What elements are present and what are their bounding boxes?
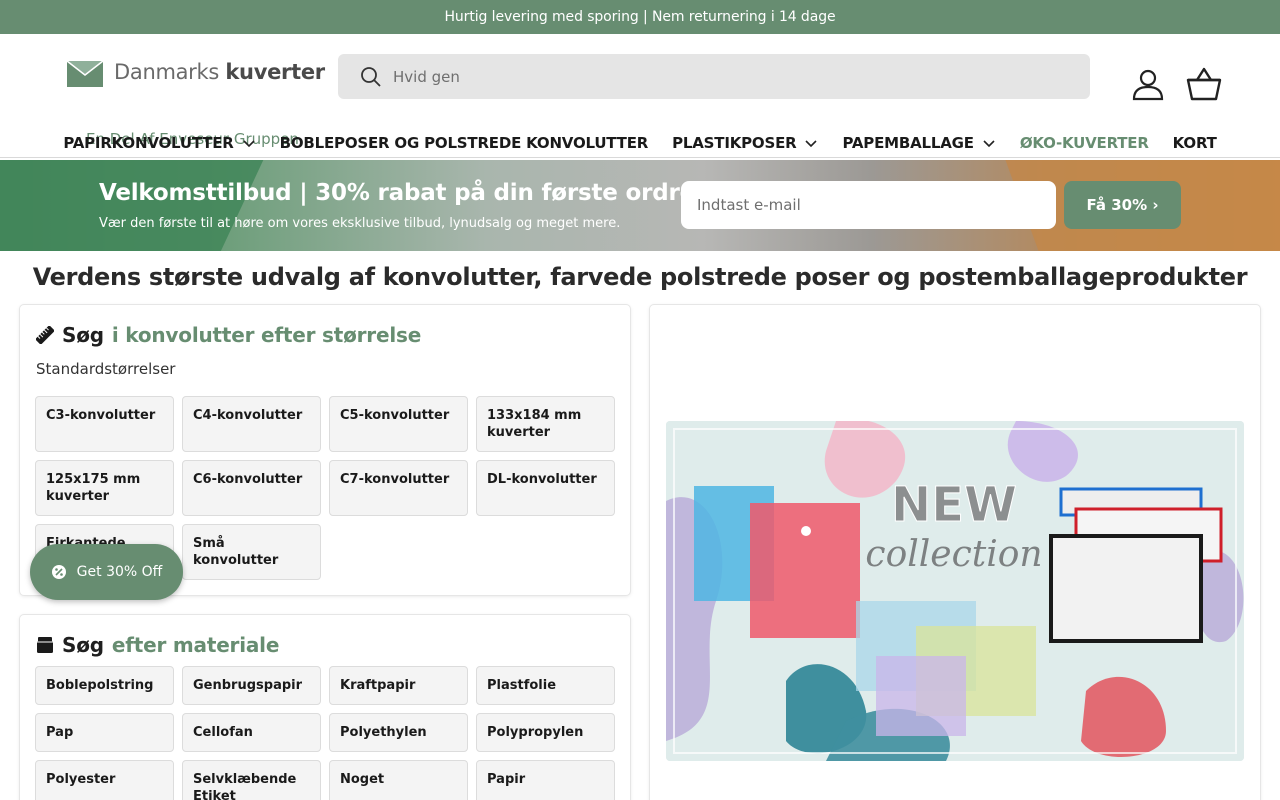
- site-header: Danmarks kuverter En Del Af Enveseur Gru…: [0, 34, 1280, 158]
- material-tile[interactable]: Pap: [35, 713, 174, 752]
- email-field[interactable]: [681, 181, 1056, 229]
- new-collection-image[interactable]: NEW collection: [666, 421, 1244, 761]
- ruler-icon: [36, 326, 54, 344]
- material-tile[interactable]: Papir: [476, 760, 615, 800]
- size-tile[interactable]: Små konvolutter: [182, 524, 321, 580]
- size-tile[interactable]: C5-konvolutter: [329, 396, 468, 452]
- material-tile[interactable]: Polyethylen: [329, 713, 468, 752]
- fab-label: Get 30% Off: [76, 564, 163, 580]
- size-tile[interactable]: DL-konvolutter: [476, 460, 615, 516]
- size-tile[interactable]: C6-konvolutter: [182, 460, 321, 516]
- size-tile[interactable]: 125x175 mm kuverter: [35, 460, 174, 516]
- material-tile[interactable]: Kraftpapir: [329, 666, 468, 705]
- nav-item-kort[interactable]: KORT: [1173, 134, 1217, 152]
- chevron-down-icon: [983, 140, 995, 148]
- nav-item-bobleposer[interactable]: BOBLEPOSER OG POLSTREDE KONVOLUTTER: [280, 134, 649, 152]
- featured-collection-card: NEW collection: [650, 305, 1260, 800]
- chevron-down-icon: [805, 140, 818, 148]
- size-tile[interactable]: C4-konvolutter: [182, 396, 321, 452]
- svg-text:NEW: NEW: [891, 477, 1017, 533]
- announcement-bar: Hurtig levering med sporing | Nem return…: [0, 0, 1280, 34]
- svg-text:collection: collection: [865, 534, 1042, 575]
- search-icon[interactable]: [359, 65, 383, 89]
- box-icon: [37, 637, 53, 653]
- logo-name: Danmarks kuverter: [114, 60, 325, 84]
- collection-illustration: NEW collection: [666, 421, 1244, 761]
- get-discount-button[interactable]: Få 30% ›: [1064, 181, 1181, 229]
- size-tile[interactable]: C3-konvolutter: [35, 396, 174, 452]
- card-title: Søg efter materiale: [36, 633, 279, 657]
- nav-item-plastikposer[interactable]: PLASTIKPOSER: [672, 134, 818, 152]
- material-tile[interactable]: Genbrugspapir: [182, 666, 321, 705]
- account-icon[interactable]: [1130, 66, 1166, 102]
- material-tile[interactable]: Polyester: [35, 760, 174, 800]
- chevron-down-icon: [243, 140, 255, 148]
- main-nav: PAPIRKONVOLUTTER BOBLEPOSER OG POLSTREDE…: [0, 128, 1280, 158]
- material-tile[interactable]: Selvklæbende Etiket: [182, 760, 321, 800]
- search-by-material-card: Søg efter materiale Boblepolstring Genbr…: [20, 615, 630, 800]
- size-tile[interactable]: C7-konvolutter: [329, 460, 468, 516]
- nav-item-papemballage[interactable]: PAPEMBALLAGE: [842, 134, 995, 152]
- material-tile[interactable]: Boblepolstring: [35, 666, 174, 705]
- material-tile[interactable]: Polypropylen: [476, 713, 615, 752]
- search-input[interactable]: [393, 67, 1043, 86]
- welcome-offer-banner: Velkomsttilbud | 30% rabat på din første…: [0, 160, 1280, 251]
- card-title: Søg i konvolutter efter størrelse: [36, 323, 421, 347]
- material-tile[interactable]: Plastfolie: [476, 666, 615, 705]
- basket-icon[interactable]: [1185, 66, 1223, 102]
- promo-title: Velkomsttilbud | 30% rabat på din første…: [99, 180, 707, 206]
- nav-item-papirkonvolutter[interactable]: PAPIRKONVOLUTTER: [63, 134, 255, 152]
- get-discount-floating-button[interactable]: Get 30% Off: [30, 544, 183, 600]
- size-tile[interactable]: 133x184 mm kuverter: [476, 396, 615, 452]
- search-bar[interactable]: [338, 54, 1090, 99]
- envelope-logo-icon: [66, 60, 104, 87]
- page-title: Verdens største udvalg af konvolutter, f…: [32, 263, 1248, 291]
- nav-item-oko-kuverter[interactable]: ØKO-KUVERTER: [1020, 134, 1149, 152]
- card-subtitle: Standardstørrelser: [36, 360, 176, 378]
- discount-badge-icon: [51, 565, 66, 579]
- announcement-text: Hurtig levering med sporing | Nem return…: [444, 9, 836, 25]
- material-tile[interactable]: Cellofan: [182, 713, 321, 752]
- material-tile[interactable]: Noget: [329, 760, 468, 800]
- promo-subtitle: Vær den første til at høre om vores eksk…: [99, 216, 621, 231]
